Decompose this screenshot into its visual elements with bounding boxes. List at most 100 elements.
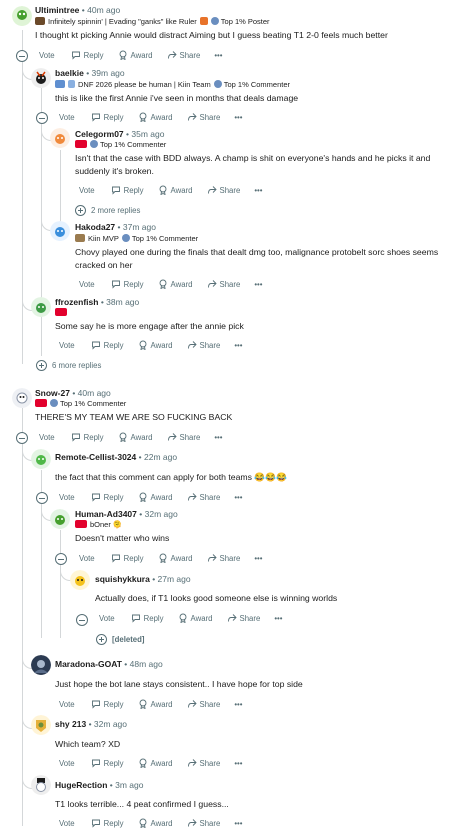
comment-author[interactable]: Maradona-GOAT • 48m ago bbox=[55, 659, 163, 669]
more-options-icon[interactable]: ••• bbox=[274, 614, 282, 623]
share-button[interactable]: Share bbox=[187, 492, 220, 502]
share-button[interactable]: Share bbox=[187, 818, 220, 828]
reply-button[interactable]: Reply bbox=[91, 758, 124, 768]
award-button[interactable]: Award bbox=[138, 492, 173, 502]
more-replies-link[interactable]: 6 more replies bbox=[36, 360, 101, 371]
more-options-icon[interactable]: ••• bbox=[254, 280, 262, 289]
collapse-thread-icon[interactable] bbox=[16, 50, 28, 62]
comment-author[interactable]: ffrozenfish • 38m ago bbox=[55, 297, 139, 307]
avatar[interactable] bbox=[50, 509, 70, 529]
avatar[interactable] bbox=[31, 715, 51, 735]
reply-button[interactable]: Reply bbox=[71, 432, 104, 442]
share-button[interactable]: Share bbox=[227, 613, 260, 623]
more-options-icon[interactable]: ••• bbox=[214, 51, 222, 60]
reply-button[interactable]: Reply bbox=[91, 699, 124, 709]
comment-author[interactable]: Ultimintree • 40m ago bbox=[35, 5, 120, 15]
reply-button[interactable]: Reply bbox=[111, 185, 144, 195]
comment-body: this is like the first Annie i've seen i… bbox=[55, 93, 299, 103]
more-options-icon[interactable]: ••• bbox=[214, 433, 222, 442]
share-button[interactable]: Share bbox=[187, 112, 220, 122]
reply-button[interactable]: Reply bbox=[91, 492, 124, 502]
award-button[interactable]: Award bbox=[138, 340, 173, 350]
avatar[interactable] bbox=[50, 221, 70, 241]
award-button[interactable]: Award bbox=[138, 112, 173, 122]
comment-body: T1 looks terrible... 4 peat confirmed I … bbox=[55, 799, 229, 809]
share-button[interactable]: Share bbox=[207, 279, 240, 289]
more-options-icon[interactable]: ••• bbox=[254, 186, 262, 195]
more-replies-link[interactable]: 2 more replies bbox=[75, 205, 140, 216]
comment-author[interactable]: Remote-Cellist-3024 • 22m ago bbox=[55, 452, 177, 462]
team-logo-icon bbox=[55, 308, 67, 316]
reply-button[interactable]: Reply bbox=[91, 818, 124, 828]
comment-author[interactable]: baelkie • 39m ago bbox=[55, 68, 125, 78]
avatar[interactable] bbox=[31, 775, 51, 795]
vote-label: Vote bbox=[99, 613, 115, 623]
avatar[interactable] bbox=[12, 6, 32, 26]
avatar[interactable] bbox=[31, 655, 51, 675]
reply-icon bbox=[71, 433, 80, 442]
award-button[interactable]: Award bbox=[158, 185, 193, 195]
avatar[interactable] bbox=[70, 570, 90, 590]
comment-actions: Vote Reply Award Share ••• bbox=[55, 697, 257, 711]
more-options-icon[interactable]: ••• bbox=[254, 554, 262, 563]
comment-author[interactable]: Hakoda27 • 37m ago bbox=[75, 222, 156, 232]
more-options-icon[interactable]: ••• bbox=[234, 759, 242, 768]
award-icon bbox=[139, 492, 146, 502]
share-button[interactable]: Share bbox=[187, 699, 220, 709]
collapse-thread-icon[interactable] bbox=[36, 492, 48, 504]
comment-author[interactable]: Snow-27 • 40m ago bbox=[35, 388, 111, 398]
more-options-icon[interactable]: ••• bbox=[234, 700, 242, 709]
avatar[interactable] bbox=[31, 68, 51, 88]
share-button[interactable]: Share bbox=[187, 340, 220, 350]
reply-button[interactable]: Reply bbox=[111, 553, 144, 563]
comment-actions: Vote Reply Award Share ••• bbox=[55, 490, 257, 504]
share-button[interactable]: Share bbox=[187, 758, 220, 768]
reply-icon bbox=[111, 186, 120, 195]
reply-button[interactable]: Reply bbox=[111, 279, 144, 289]
more-options-icon[interactable]: ••• bbox=[234, 113, 242, 122]
reply-button[interactable]: Reply bbox=[91, 340, 124, 350]
share-button[interactable]: Share bbox=[167, 50, 200, 60]
avatar[interactable] bbox=[50, 128, 70, 148]
avatar[interactable] bbox=[31, 449, 51, 469]
award-button[interactable]: Award bbox=[178, 613, 213, 623]
deleted-comment[interactable]: [deleted] bbox=[96, 634, 145, 645]
reply-icon bbox=[131, 614, 140, 623]
share-icon bbox=[227, 614, 237, 622]
share-button[interactable]: Share bbox=[167, 432, 200, 442]
comment-actions: Vote Reply Award Share ••• bbox=[35, 430, 237, 444]
reply-button[interactable]: Reply bbox=[131, 613, 164, 623]
share-icon bbox=[207, 280, 217, 288]
reply-icon bbox=[111, 554, 120, 563]
more-options-icon[interactable]: ••• bbox=[234, 819, 242, 828]
collapse-thread-icon[interactable] bbox=[55, 553, 67, 565]
more-options-icon[interactable]: ••• bbox=[234, 493, 242, 502]
reply-button[interactable]: Reply bbox=[71, 50, 104, 60]
award-button[interactable]: Award bbox=[138, 758, 173, 768]
comment-author[interactable]: HugeRection • 3m ago bbox=[55, 780, 144, 790]
comment-author[interactable]: Celegorm07 • 35m ago bbox=[75, 129, 164, 139]
award-button[interactable]: Award bbox=[158, 279, 193, 289]
award-button[interactable]: Award bbox=[138, 699, 173, 709]
collapse-thread-icon[interactable] bbox=[16, 432, 28, 444]
award-button[interactable]: Award bbox=[118, 432, 153, 442]
avatar[interactable] bbox=[12, 388, 32, 408]
reply-icon bbox=[91, 700, 100, 709]
reply-button[interactable]: Reply bbox=[91, 112, 124, 122]
share-icon bbox=[167, 51, 177, 59]
vote-label: Vote bbox=[79, 279, 95, 289]
more-options-icon[interactable]: ••• bbox=[234, 341, 242, 350]
comment-author[interactable]: squishykkura • 27m ago bbox=[95, 574, 191, 584]
award-button[interactable]: Award bbox=[158, 553, 193, 563]
collapse-thread-icon[interactable] bbox=[76, 614, 88, 626]
comment-author[interactable]: shy 213 • 32m ago bbox=[55, 719, 127, 729]
comment-author[interactable]: Human-Ad3407 • 32m ago bbox=[75, 509, 178, 519]
award-button[interactable]: Award bbox=[138, 818, 173, 828]
collapse-thread-icon[interactable] bbox=[36, 112, 48, 124]
reply-icon bbox=[91, 113, 100, 122]
flair-icon bbox=[55, 80, 65, 88]
award-button[interactable]: Award bbox=[118, 50, 153, 60]
share-button[interactable]: Share bbox=[207, 185, 240, 195]
share-button[interactable]: Share bbox=[207, 553, 240, 563]
avatar[interactable] bbox=[31, 297, 51, 317]
